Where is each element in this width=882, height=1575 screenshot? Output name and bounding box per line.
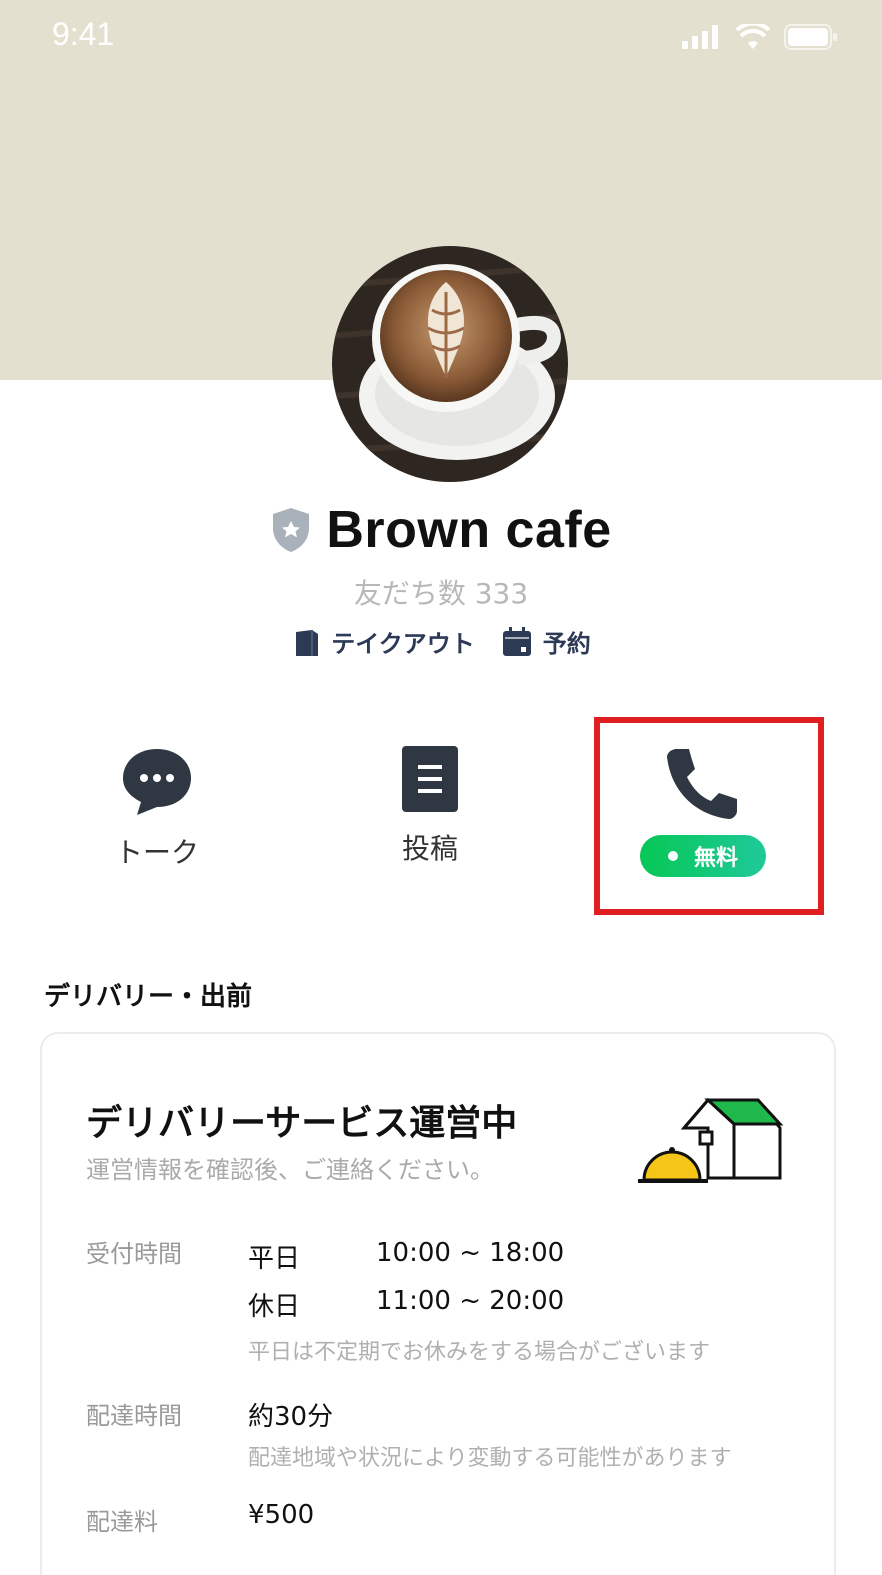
bag-icon — [296, 629, 319, 656]
delivery-time-value: 約30分 — [248, 1402, 334, 1432]
profile-avatar[interactable] — [332, 246, 568, 482]
status-bar: 9:41 — [0, 0, 882, 80]
tag-takeout-label: テイクアウト — [331, 630, 475, 658]
battery-icon — [784, 24, 837, 50]
status-icons — [682, 24, 838, 50]
delivery-subtitle: 運営情報を確認後、ご連絡ください。 — [86, 1156, 494, 1184]
holiday-label: 休日 — [248, 1292, 301, 1322]
delivery-house-icon — [638, 1097, 784, 1183]
hours-label: 受付時間 — [86, 1240, 182, 1268]
delivery-title: デリバリーサービス運営中 — [86, 1103, 518, 1144]
holiday-hours: 11:00 ~ 20:00 — [376, 1286, 565, 1316]
weekday-hours: 10:00 ~ 18:00 — [376, 1238, 565, 1268]
call-highlight-box — [594, 717, 824, 915]
post-button[interactable]: 投稿 — [340, 745, 520, 867]
chat-bubble-icon — [123, 749, 191, 815]
talk-label: トーク — [114, 836, 199, 869]
tag-reservation-label: 予約 — [542, 630, 591, 658]
verified-shield-icon — [273, 508, 310, 552]
friends-count: 友だち数 333 — [353, 577, 529, 610]
profile-tags: テイクアウト 予約 — [0, 624, 882, 659]
calendar-icon — [502, 626, 531, 656]
signal-icon — [682, 25, 718, 49]
tag-reservation[interactable]: 予約 — [501, 624, 591, 659]
delivery-time-note: 配達地域や状況により変動する可能性があります — [248, 1446, 732, 1471]
talk-button[interactable]: トーク — [67, 745, 247, 871]
wifi-icon — [736, 24, 770, 49]
tag-takeout[interactable]: テイクアウト — [291, 624, 475, 659]
delivery-time-label: 配達時間 — [86, 1402, 182, 1430]
post-label: 投稿 — [401, 832, 458, 865]
hours-note: 平日は不定期でお休みをする場合がございます — [248, 1340, 711, 1365]
weekday-label: 平日 — [248, 1244, 301, 1274]
fee-value: ¥500 — [248, 1500, 315, 1530]
profile-name-row: Brown cafe — [0, 500, 882, 560]
profile-name: Brown cafe — [326, 501, 612, 559]
fee-label: 配達料 — [86, 1508, 158, 1536]
status-time: 9:41 — [52, 16, 115, 52]
section-title: デリバリー・出前 — [44, 982, 253, 1012]
post-icon — [402, 746, 458, 812]
delivery-card: デリバリーサービス運営中 運営情報を確認後、ご連絡ください。 受付時間 平日 1… — [40, 1032, 836, 1575]
